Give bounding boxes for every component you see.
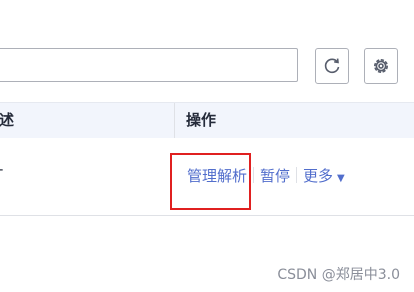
more-label: 更多 xyxy=(303,166,334,185)
table-header: 描述 操作 xyxy=(0,102,414,138)
more-dropdown[interactable]: 更多 ▼ xyxy=(303,165,345,186)
settings-button[interactable] xyxy=(364,48,398,84)
caret-down-icon: ▼ xyxy=(337,172,345,184)
divider xyxy=(253,167,255,183)
refresh-icon xyxy=(324,58,340,74)
divider xyxy=(296,167,298,183)
pause-link[interactable]: 暂停 xyxy=(260,165,290,186)
watermark: CSDN @郑居中3.0 xyxy=(277,267,400,283)
column-header-description: 描述 xyxy=(0,103,175,138)
description-cell: - xyxy=(0,160,3,178)
search-input[interactable] xyxy=(0,48,298,82)
gear-icon xyxy=(374,59,388,73)
highlight-annotation xyxy=(170,153,251,210)
column-header-actions: 操作 xyxy=(186,111,217,129)
refresh-button[interactable] xyxy=(315,48,349,84)
